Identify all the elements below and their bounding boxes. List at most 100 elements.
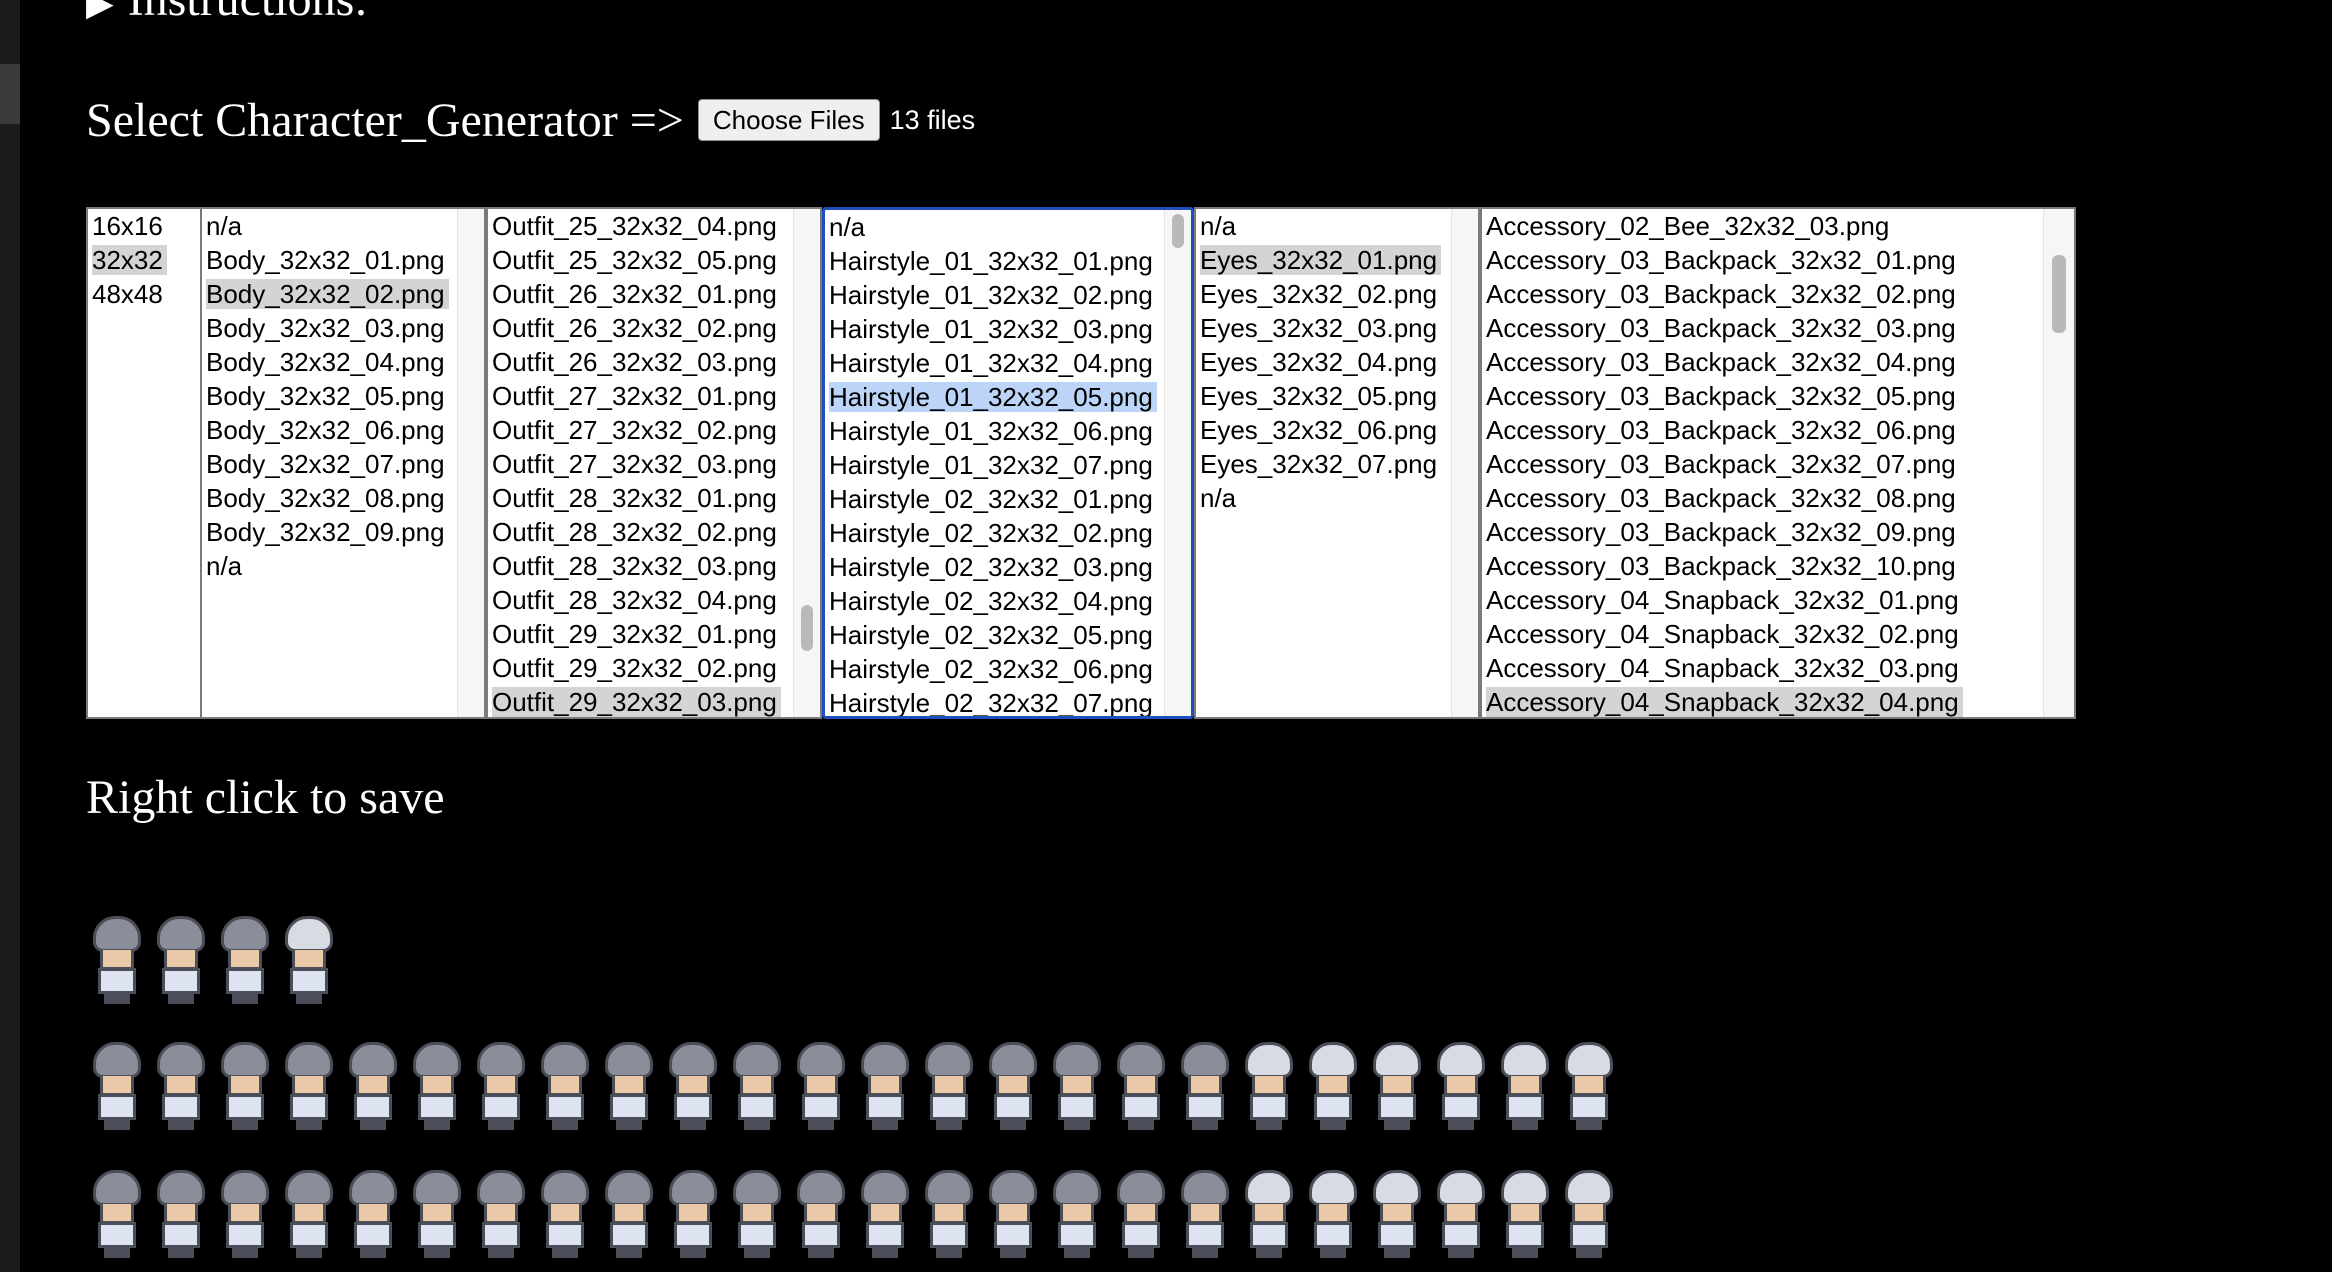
accessory-option[interactable]: Accessory_03_Backpack_32x32_06.png — [1482, 413, 2044, 447]
size-option[interactable]: 16x16 — [88, 209, 200, 243]
character-sprite[interactable] — [342, 1164, 404, 1260]
character-sprite[interactable] — [534, 1164, 596, 1260]
character-sprite[interactable] — [278, 1164, 340, 1260]
character-sprite[interactable] — [854, 1036, 916, 1132]
character-sprite[interactable] — [1302, 1036, 1364, 1132]
accessory-option[interactable]: Accessory_04_Snapback_32x32_04.png — [1482, 685, 2044, 717]
character-sprite[interactable] — [790, 1164, 852, 1260]
sprite-row-2[interactable] — [86, 1036, 1620, 1132]
outfit-scroll-thumb[interactable] — [801, 605, 813, 651]
eyes-option[interactable]: Eyes_32x32_06.png — [1196, 413, 1452, 447]
character-sprite[interactable] — [598, 1164, 660, 1260]
character-sprite[interactable] — [662, 1164, 724, 1260]
character-sprite[interactable] — [726, 1036, 788, 1132]
character-sprite[interactable] — [1110, 1164, 1172, 1260]
character-sprite[interactable] — [214, 1164, 276, 1260]
outfit-option[interactable]: Outfit_28_32x32_03.png — [488, 549, 794, 583]
hairstyle-option[interactable]: n/a — [825, 210, 1165, 244]
hairstyle-scrollbar[interactable] — [1164, 210, 1191, 716]
character-sprite[interactable] — [278, 910, 340, 1006]
hairstyle-option[interactable]: Hairstyle_01_32x32_07.png — [825, 448, 1165, 482]
character-sprite[interactable] — [1558, 1164, 1620, 1260]
character-sprite[interactable] — [1238, 1164, 1300, 1260]
body-option[interactable]: Body_32x32_02.png — [202, 277, 458, 311]
hairstyle-listbox[interactable]: n/a Hairstyle_01_32x32_01.png Hairstyle_01… — [822, 207, 1194, 719]
character-sprite[interactable] — [854, 1164, 916, 1260]
outfit-option[interactable]: Outfit_29_32x32_02.png — [488, 651, 794, 685]
character-sprite[interactable] — [278, 1036, 340, 1132]
accessory-option[interactable]: Accessory_04_Snapback_32x32_02.png — [1482, 617, 2044, 651]
character-sprite[interactable] — [342, 1036, 404, 1132]
accessory-option[interactable]: Accessory_04_Snapback_32x32_03.png — [1482, 651, 2044, 685]
character-sprite[interactable] — [86, 1036, 148, 1132]
instructions-toggle[interactable]: ▶ Instructions: — [86, 0, 368, 29]
accessory-option[interactable]: Accessory_03_Backpack_32x32_02.png — [1482, 277, 2044, 311]
body-option[interactable]: Body_32x32_09.png — [202, 515, 458, 549]
size-listbox[interactable]: 16x16 32x32 48x48 — [86, 207, 202, 719]
character-sprite[interactable] — [150, 1164, 212, 1260]
sidebar-tab[interactable] — [0, 64, 20, 124]
character-sprite[interactable] — [982, 1164, 1044, 1260]
character-sprite[interactable] — [1046, 1036, 1108, 1132]
character-sprite[interactable] — [1494, 1164, 1556, 1260]
character-sprite[interactable] — [1430, 1164, 1492, 1260]
character-sprite[interactable] — [982, 1036, 1044, 1132]
character-sprite[interactable] — [790, 1036, 852, 1132]
sprite-row-3[interactable] — [86, 1164, 1620, 1260]
eyes-scrollbar[interactable] — [1451, 209, 1478, 717]
character-sprite[interactable] — [534, 1036, 596, 1132]
character-sprite[interactable] — [1302, 1164, 1364, 1260]
outfit-option[interactable]: Outfit_27_32x32_03.png — [488, 447, 794, 481]
hairstyle-option[interactable]: Hairstyle_01_32x32_05.png — [825, 380, 1165, 414]
character-sprite[interactable] — [150, 1036, 212, 1132]
accessory-option[interactable]: Accessory_03_Backpack_32x32_07.png — [1482, 447, 2044, 481]
outfit-option[interactable]: Outfit_25_32x32_05.png — [488, 243, 794, 277]
hairstyle-option[interactable]: Hairstyle_02_32x32_01.png — [825, 482, 1165, 516]
character-sprite[interactable] — [1174, 1036, 1236, 1132]
hairstyle-option[interactable]: Hairstyle_02_32x32_03.png — [825, 550, 1165, 584]
character-sprite[interactable] — [1046, 1164, 1108, 1260]
character-sprite[interactable] — [1366, 1164, 1428, 1260]
character-sprite[interactable] — [1238, 1036, 1300, 1132]
outfit-option[interactable]: Outfit_26_32x32_03.png — [488, 345, 794, 379]
hairstyle-option[interactable]: Hairstyle_01_32x32_01.png — [825, 244, 1165, 278]
character-sprite[interactable] — [1494, 1036, 1556, 1132]
hairstyle-option[interactable]: Hairstyle_02_32x32_05.png — [825, 618, 1165, 652]
character-sprite[interactable] — [150, 910, 212, 1006]
accessory-option[interactable]: Accessory_03_Backpack_32x32_09.png — [1482, 515, 2044, 549]
character-sprite[interactable] — [214, 910, 276, 1006]
hairstyle-option[interactable]: Hairstyle_01_32x32_04.png — [825, 346, 1165, 380]
body-option[interactable]: Body_32x32_05.png — [202, 379, 458, 413]
character-sprite[interactable] — [214, 1036, 276, 1132]
outfit-option[interactable]: Outfit_28_32x32_04.png — [488, 583, 794, 617]
eyes-listbox[interactable]: n/a Eyes_32x32_01.png Eyes_32x32_02.png Eye… — [1194, 207, 1480, 719]
character-sprite[interactable] — [470, 1036, 532, 1132]
outfit-option[interactable]: Outfit_26_32x32_01.png — [488, 277, 794, 311]
accessory-option[interactable]: Accessory_03_Backpack_32x32_10.png — [1482, 549, 2044, 583]
accessory-option[interactable]: Accessory_04_Snapback_32x32_01.png — [1482, 583, 2044, 617]
size-option[interactable]: 48x48 — [88, 277, 200, 311]
character-sprite[interactable] — [86, 1164, 148, 1260]
hairstyle-option[interactable]: Hairstyle_01_32x32_06.png — [825, 414, 1165, 448]
body-option[interactable]: Body_32x32_01.png — [202, 243, 458, 277]
accessory-scroll-thumb[interactable] — [2052, 255, 2066, 333]
hairstyle-option[interactable]: Hairstyle_01_32x32_02.png — [825, 278, 1165, 312]
hairstyle-option[interactable]: Hairstyle_02_32x32_02.png — [825, 516, 1165, 550]
eyes-option[interactable]: n/a — [1196, 209, 1452, 243]
body-option[interactable]: n/a — [202, 549, 458, 583]
accessory-option[interactable]: Accessory_03_Backpack_32x32_03.png — [1482, 311, 2044, 345]
outfit-listbox[interactable]: Outfit_25_32x32_04.png Outfit_25_32x32_05… — [486, 207, 822, 719]
body-option[interactable]: Body_32x32_03.png — [202, 311, 458, 345]
eyes-option[interactable]: Eyes_32x32_07.png — [1196, 447, 1452, 481]
character-sprite[interactable] — [1558, 1036, 1620, 1132]
body-option[interactable]: Body_32x32_06.png — [202, 413, 458, 447]
character-sprite[interactable] — [86, 910, 148, 1006]
outfit-option[interactable]: Outfit_29_32x32_01.png — [488, 617, 794, 651]
body-option[interactable]: Body_32x32_07.png — [202, 447, 458, 481]
outfit-option[interactable]: Outfit_27_32x32_01.png — [488, 379, 794, 413]
character-sprite[interactable] — [1110, 1036, 1172, 1132]
accessory-option[interactable]: Accessory_02_Bee_32x32_03.png — [1482, 209, 2044, 243]
outfit-option[interactable]: Outfit_28_32x32_02.png — [488, 515, 794, 549]
body-listbox[interactable]: n/a Body_32x32_01.png Body_32x32_02.png Bod… — [200, 207, 486, 719]
hairstyle-option[interactable]: Hairstyle_02_32x32_04.png — [825, 584, 1165, 618]
